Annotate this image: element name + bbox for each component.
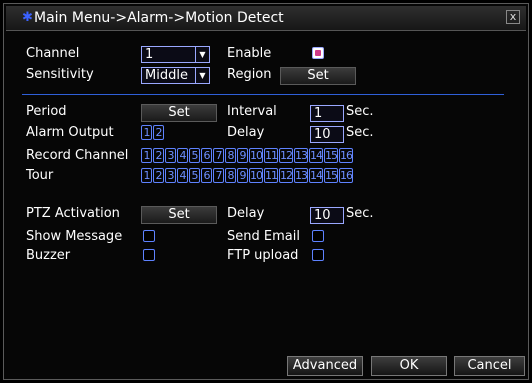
- ptz-activation-label: PTZ Activation: [26, 206, 120, 221]
- region-set-button[interactable]: Set: [280, 67, 356, 85]
- region-label: Region: [227, 67, 272, 82]
- tour-channel-16[interactable]: 16: [339, 168, 353, 183]
- window-title: Main Menu->Alarm->Motion Detect: [34, 10, 284, 26]
- alarm-output-channel-1[interactable]: 1: [141, 125, 152, 140]
- record-channel-5[interactable]: 5: [189, 148, 200, 163]
- advanced-button[interactable]: Advanced: [287, 356, 363, 376]
- delay-unit: Sec.: [346, 125, 374, 140]
- tour-channel-12[interactable]: 12: [279, 168, 293, 183]
- interval-unit: Sec.: [346, 104, 374, 119]
- interval-input[interactable]: 1: [310, 105, 344, 122]
- send-email-label: Send Email: [227, 229, 300, 244]
- interval-label: Interval: [227, 104, 277, 119]
- ptz-delay-input[interactable]: 10: [310, 207, 344, 224]
- tour-channel-11[interactable]: 11: [264, 168, 278, 183]
- ok-button[interactable]: OK: [371, 356, 447, 376]
- buzzer-label: Buzzer: [26, 248, 71, 263]
- tour-label: Tour: [26, 168, 54, 183]
- send-email-checkbox[interactable]: [312, 230, 324, 242]
- record-channel-6[interactable]: 6: [201, 148, 212, 163]
- title-bar: ✱ Main Menu->Alarm->Motion Detect x: [6, 6, 526, 31]
- record-channel-8[interactable]: 8: [225, 148, 236, 163]
- tour-channel-3[interactable]: 3: [165, 168, 176, 183]
- cancel-button[interactable]: Cancel: [454, 356, 525, 376]
- chevron-down-icon[interactable]: ▼: [195, 47, 209, 62]
- show-message-label: Show Message: [26, 229, 123, 244]
- tour-boxes: 1 2 3 4 5 6 7 8 9 10 11 12 13 14 15 16: [141, 168, 354, 183]
- tour-channel-9[interactable]: 9: [237, 168, 248, 183]
- chevron-down-icon[interactable]: ▼: [195, 68, 209, 83]
- tour-channel-5[interactable]: 5: [189, 168, 200, 183]
- enable-checkbox[interactable]: [312, 47, 324, 59]
- sensitivity-label: Sensitivity: [26, 67, 94, 82]
- close-icon[interactable]: x: [506, 10, 520, 24]
- record-channel-15[interactable]: 15: [324, 148, 338, 163]
- buzzer-checkbox[interactable]: [143, 249, 155, 261]
- record-channel-4[interactable]: 4: [177, 148, 188, 163]
- sensitivity-select[interactable]: Middle ▼: [141, 67, 210, 84]
- tour-channel-15[interactable]: 15: [324, 168, 338, 183]
- tour-channel-13[interactable]: 13: [294, 168, 308, 183]
- period-label: Period: [26, 104, 67, 119]
- tour-channel-6[interactable]: 6: [201, 168, 212, 183]
- ptz-delay-unit: Sec.: [346, 206, 374, 221]
- tour-channel-4[interactable]: 4: [177, 168, 188, 183]
- record-channel-10[interactable]: 10: [249, 148, 263, 163]
- record-channel-3[interactable]: 3: [165, 148, 176, 163]
- record-channel-1[interactable]: 1: [141, 148, 152, 163]
- delay-label: Delay: [227, 125, 265, 140]
- tour-channel-2[interactable]: 2: [153, 168, 164, 183]
- tour-channel-10[interactable]: 10: [249, 168, 263, 183]
- ptz-set-button[interactable]: Set: [141, 206, 217, 224]
- record-channel-12[interactable]: 12: [279, 148, 293, 163]
- period-set-button[interactable]: Set: [141, 104, 217, 122]
- show-message-checkbox[interactable]: [143, 230, 155, 242]
- alarm-output-channels: 1 2: [141, 125, 165, 140]
- record-channel-2[interactable]: 2: [153, 148, 164, 163]
- tour-channel-8[interactable]: 8: [225, 168, 236, 183]
- channel-select[interactable]: 1 ▼: [141, 46, 210, 63]
- alarm-output-label: Alarm Output: [26, 125, 114, 140]
- channel-label: Channel: [26, 46, 80, 61]
- ptz-delay-label: Delay: [227, 206, 265, 221]
- record-channel-14[interactable]: 14: [309, 148, 323, 163]
- record-channel-9[interactable]: 9: [237, 148, 248, 163]
- channel-value: 1: [145, 47, 154, 62]
- separator: [22, 94, 504, 95]
- record-channel-7[interactable]: 7: [213, 148, 224, 163]
- record-channel-label: Record Channel: [26, 148, 129, 163]
- ftp-upload-label: FTP upload: [227, 248, 299, 263]
- tour-channel-14[interactable]: 14: [309, 168, 323, 183]
- record-channel-boxes: 1 2 3 4 5 6 7 8 9 10 11 12 13 14 15 16: [141, 148, 354, 163]
- record-channel-11[interactable]: 11: [264, 148, 278, 163]
- tour-channel-1[interactable]: 1: [141, 168, 152, 183]
- ftp-upload-checkbox[interactable]: [312, 249, 324, 261]
- enable-label: Enable: [227, 46, 272, 61]
- delay-input[interactable]: 10: [310, 126, 344, 143]
- alarm-output-channel-2[interactable]: 2: [153, 125, 164, 140]
- record-channel-16[interactable]: 16: [339, 148, 353, 163]
- tour-channel-7[interactable]: 7: [213, 168, 224, 183]
- record-channel-13[interactable]: 13: [294, 148, 308, 163]
- sensitivity-value: Middle: [145, 68, 188, 83]
